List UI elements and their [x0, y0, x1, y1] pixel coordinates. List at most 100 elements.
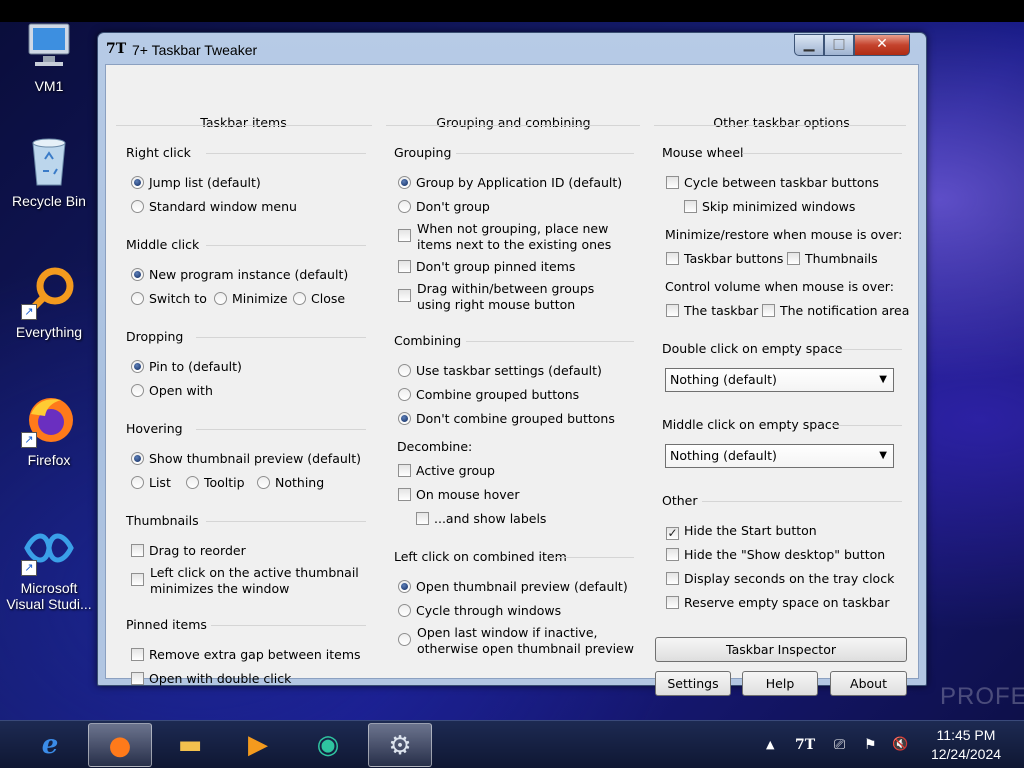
- radio-minimize[interactable]: Minimize: [214, 291, 288, 307]
- checkbox-indicator: [666, 176, 679, 189]
- radio-indicator: [398, 200, 411, 213]
- desktop-icon-recycle-bin[interactable]: Recycle Bin: [0, 133, 98, 209]
- checkbox-hide-start-button[interactable]: ✓ Hide the Start button: [666, 523, 817, 540]
- checkbox-drag-to-reorder[interactable]: Drag to reorder: [131, 543, 246, 559]
- window-client-area: Taskbar items Right click Jump list (def…: [105, 64, 919, 696]
- radio-combine-grouped[interactable]: Combine grouped buttons: [398, 387, 579, 403]
- decombine-label: Decombine:: [397, 439, 473, 454]
- radio-dont-combine-grouped[interactable]: Don't combine grouped buttons: [398, 411, 615, 427]
- checkbox-indicator: [787, 252, 800, 265]
- group-title-thumbnails: Thumbnails: [126, 513, 205, 528]
- radio-list[interactable]: List: [131, 475, 171, 491]
- file-explorer-icon[interactable]: ▬: [158, 723, 222, 767]
- clock[interactable]: 11:45 PM 12/24/2024: [920, 726, 1012, 764]
- close-button[interactable]: ✕: [854, 34, 910, 56]
- about-button[interactable]: About: [830, 671, 907, 696]
- taskbar: e ● ▬ ▶ ◉ ⚙ ▲ 7T ⎚ ⚑ 🔇 11:45 PM 12/24/20…: [0, 720, 1024, 768]
- checkbox-place-new-items[interactable]: When not grouping, place new items next …: [398, 221, 628, 253]
- shortcut-arrow-icon: ↗: [21, 560, 37, 576]
- desktop-icon-label: VM1: [34, 78, 64, 94]
- media-player-icon[interactable]: ▶: [226, 723, 290, 767]
- checkbox-indicator: [398, 260, 411, 273]
- radio-show-thumbnail-preview[interactable]: Show thumbnail preview (default): [131, 451, 361, 467]
- radio-indicator: [257, 476, 270, 489]
- title-bar[interactable]: 7T 7+ Taskbar Tweaker ▁ □ ✕: [98, 33, 926, 65]
- checkbox-drag-right-mouse[interactable]: Drag within/between groups using right m…: [398, 281, 628, 313]
- checkbox-indicator: [131, 544, 144, 557]
- radio-switch-to[interactable]: Switch to: [131, 291, 207, 307]
- radio-indicator: [131, 452, 144, 465]
- firefox-icon[interactable]: ●: [88, 723, 152, 767]
- radio-cycle-through-windows[interactable]: Cycle through windows: [398, 603, 561, 619]
- desktop-icon-everything[interactable]: ↗ Everything: [0, 264, 98, 340]
- checkbox-dont-group-pinned[interactable]: Don't group pinned items: [398, 259, 575, 275]
- maximize-button[interactable]: □: [824, 34, 854, 56]
- checkbox-indicator: [398, 464, 411, 477]
- network-icon[interactable]: ⎚: [834, 721, 845, 768]
- radio-indicator: [131, 384, 144, 397]
- radio-open-last-window[interactable]: Open last window if inactive, otherwise …: [398, 625, 634, 657]
- action-center-flag-icon[interactable]: ⚑: [864, 721, 877, 768]
- radio-close[interactable]: Close: [293, 291, 345, 307]
- radio-new-program-instance[interactable]: New program instance (default): [131, 267, 348, 283]
- radio-jump-list[interactable]: Jump list (default): [131, 175, 261, 191]
- taskbar-tweaker-icon[interactable]: ⚙: [368, 723, 432, 767]
- checkbox-indicator: [131, 648, 144, 661]
- settings-button[interactable]: Settings: [655, 671, 731, 696]
- group-title-mouse-wheel: Mouse wheel: [662, 145, 750, 160]
- volume-muted-icon[interactable]: 🔇: [892, 721, 908, 768]
- checkbox-on-mouse-hover[interactable]: On mouse hover: [398, 487, 519, 503]
- desktop-icon-firefox[interactable]: ↗ Firefox: [0, 392, 98, 468]
- group-title-grouping: Grouping: [394, 145, 458, 160]
- checkbox-taskbar-buttons[interactable]: Taskbar buttons: [666, 251, 783, 267]
- dropdown-double-click-empty[interactable]: Nothing (default) ▼: [665, 368, 894, 392]
- radio-pin-to[interactable]: Pin to (default): [131, 359, 242, 375]
- checkbox-cycle-taskbar-buttons[interactable]: Cycle between taskbar buttons: [666, 175, 879, 191]
- group-title-middle-click: Middle click: [126, 237, 206, 252]
- checkbox-remove-extra-gap[interactable]: Remove extra gap between items: [131, 647, 361, 663]
- radio-open-with[interactable]: Open with: [131, 383, 213, 399]
- checkbox-show-labels[interactable]: ...and show labels: [416, 511, 546, 527]
- radio-indicator: [398, 412, 411, 425]
- radio-indicator: [131, 200, 144, 213]
- checkbox-indicator: [398, 229, 411, 242]
- checkbox-active-group[interactable]: Active group: [398, 463, 495, 479]
- help-button[interactable]: Help: [742, 671, 818, 696]
- checkbox-indicator: ✓: [666, 526, 679, 540]
- radio-dont-group[interactable]: Don't group: [398, 199, 490, 215]
- checkbox-display-seconds[interactable]: Display seconds on the tray clock: [666, 571, 894, 587]
- group-title-combining: Combining: [394, 333, 468, 348]
- desktop-icon-vm1[interactable]: VM1: [0, 18, 98, 94]
- desktop-icon-visual-studio[interactable]: ↗ Microsoft Visual Studi...: [0, 520, 98, 612]
- checkbox-left-click-minimizes[interactable]: Left click on the active thumbnail minim…: [131, 565, 361, 597]
- checkbox-hide-show-desktop[interactable]: Hide the "Show desktop" button: [666, 547, 885, 563]
- radio-tooltip[interactable]: Tooltip: [186, 475, 245, 491]
- everything-search-icon: ↗: [21, 264, 77, 320]
- checkbox-open-double-click[interactable]: Open with double click: [131, 671, 291, 687]
- radio-use-taskbar-settings[interactable]: Use taskbar settings (default): [398, 363, 602, 379]
- checkbox-thumbnails[interactable]: Thumbnails: [787, 251, 878, 267]
- show-hidden-icons-button[interactable]: ▲: [766, 721, 774, 768]
- radio-indicator: [131, 476, 144, 489]
- checkbox-indicator: [666, 596, 679, 609]
- checkbox-indicator: [666, 572, 679, 585]
- checkbox-the-taskbar[interactable]: The taskbar: [666, 303, 758, 319]
- checkbox-reserve-empty-space[interactable]: Reserve empty space on taskbar: [666, 595, 890, 611]
- radio-group-by-app-id[interactable]: Group by Application ID (default): [398, 175, 622, 191]
- dropdown-arrow-icon: ▼: [879, 450, 887, 461]
- checkbox-skip-minimized[interactable]: Skip minimized windows: [684, 199, 855, 215]
- app-icon[interactable]: ◉: [296, 723, 360, 767]
- tweaker-tray-icon[interactable]: 7T: [795, 721, 815, 768]
- dropdown-middle-click-empty[interactable]: Nothing (default) ▼: [665, 444, 894, 468]
- column-heading: Taskbar items: [200, 115, 287, 130]
- checkbox-indicator: [416, 512, 429, 525]
- window-title: 7+ Taskbar Tweaker: [132, 42, 258, 58]
- radio-nothing[interactable]: Nothing: [257, 475, 324, 491]
- internet-explorer-icon[interactable]: e: [18, 723, 82, 767]
- checkbox-notification-area[interactable]: The notification area: [762, 303, 909, 319]
- recycle-bin-icon: [21, 133, 77, 189]
- radio-open-thumbnail-preview[interactable]: Open thumbnail preview (default): [398, 579, 628, 595]
- taskbar-inspector-button[interactable]: Taskbar Inspector: [655, 637, 907, 662]
- radio-standard-window-menu[interactable]: Standard window menu: [131, 199, 297, 215]
- minimize-button[interactable]: ▁: [794, 34, 824, 56]
